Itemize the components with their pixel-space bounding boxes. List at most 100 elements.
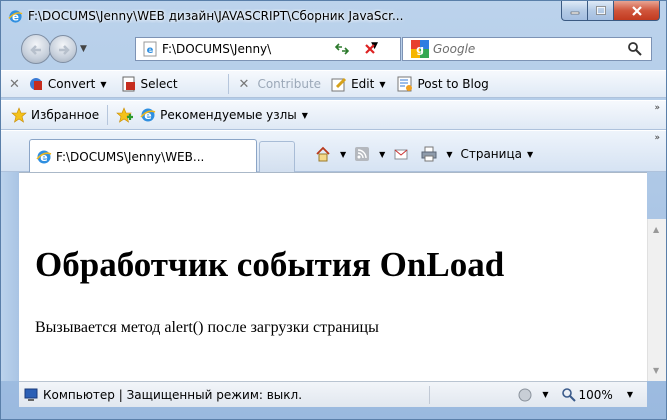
edit-label: Edit	[351, 77, 375, 91]
protected-mode-button[interactable]: ▼	[517, 387, 549, 403]
security-zone-label: Компьютер | Защищенный режим: выкл.	[43, 387, 303, 402]
svg-text:e: e	[147, 45, 154, 56]
ie-logo-icon: e	[140, 108, 156, 122]
svg-text:g: g	[416, 43, 424, 56]
tab-label: F:\DOCUMS\Jenny\WEB...	[56, 149, 205, 164]
back-button[interactable]	[21, 34, 51, 64]
contribute-button[interactable]: Contribute	[257, 77, 321, 91]
more-chevron-icon[interactable]: »	[654, 103, 660, 113]
mail-button[interactable]	[393, 146, 413, 162]
tab-current-page[interactable]: e F:\DOCUMS\Jenny\WEB...	[29, 139, 257, 173]
scroll-up-icon[interactable]: ▲	[653, 225, 659, 234]
printer-icon	[421, 146, 437, 162]
stop-button[interactable]	[357, 37, 383, 61]
status-right: ▼ 100% ▼	[503, 387, 647, 403]
home-button[interactable]: ▼	[315, 146, 346, 162]
convert-button[interactable]: Convert ▼	[28, 76, 107, 92]
recent-pages-dropdown-icon[interactable]: ▼	[80, 44, 87, 54]
caption-buttons	[561, 1, 660, 21]
tab-row: e F:\DOCUMS\Jenny\WEB... ▼ ▼ ▼ Страница	[1, 130, 666, 173]
ie-page-icon: e	[36, 150, 52, 164]
search-input[interactable]: Google	[433, 42, 475, 56]
favorites-label: Избранное	[31, 108, 100, 122]
page-paragraph: Вызывается метод alert() после загрузки …	[35, 319, 379, 336]
close-icon	[631, 5, 642, 16]
search-box[interactable]: g Google	[402, 37, 652, 61]
forward-arrow-icon	[59, 45, 70, 55]
search-icon[interactable]	[627, 41, 643, 57]
convert-label: Convert	[47, 77, 96, 91]
globe-icon	[518, 388, 532, 401]
minimize-icon	[570, 11, 579, 14]
rss-feed-icon	[355, 147, 370, 161]
add-to-favorites-icon[interactable]	[116, 107, 134, 123]
protected-mode-dropdown-icon[interactable]: ▼	[542, 390, 548, 399]
back-arrow-icon	[30, 45, 41, 55]
convert-icon	[29, 78, 42, 90]
forward-button[interactable]	[49, 35, 77, 63]
maximize-icon	[595, 6, 606, 15]
security-zone[interactable]: Компьютер | Защищенный режим: выкл.	[19, 387, 429, 403]
edit-button[interactable]: Edit ▼	[331, 76, 385, 92]
computer-icon	[24, 388, 38, 401]
browser-window: e F:\DOCUMS\Jenny\WEB дизайн\JAVASCRIPT\…	[0, 0, 667, 420]
suggested-sites-dropdown-icon[interactable]: ▼	[302, 111, 308, 120]
zoom-icon	[561, 387, 576, 402]
toolbar-divider	[227, 74, 229, 94]
select-icon	[122, 76, 135, 92]
page-menu-button[interactable]: Страница ▼	[460, 147, 533, 161]
page-heading: Обработчик события OnLoad	[35, 245, 505, 284]
status-divider	[429, 385, 430, 404]
favorites-divider	[107, 105, 109, 125]
status-bar: Компьютер | Защищенный режим: выкл. ▼ 10…	[19, 381, 647, 407]
addon-toolbar: ✕ Convert ▼ Select ✕ Contribute Edit ▼ P…	[1, 70, 666, 98]
close-button[interactable]	[614, 1, 660, 21]
window-frame-left	[1, 172, 19, 381]
feeds-button[interactable]: ▼	[354, 146, 385, 162]
edit-icon	[331, 77, 347, 92]
print-button[interactable]: ▼	[421, 146, 452, 162]
page-content: Обработчик события OnLoad Вызывается мет…	[19, 172, 647, 381]
scroll-down-icon[interactable]: ▼	[653, 366, 659, 375]
favorites-bar: Избранное e Рекомендуемые узлы ▼ »	[1, 100, 666, 130]
stop-icon	[365, 44, 375, 54]
suggested-sites-button[interactable]: e Рекомендуемые узлы ▼	[140, 107, 308, 123]
favorites-button[interactable]: Избранное	[11, 107, 99, 123]
ie-logo-icon: e	[8, 10, 23, 23]
close-toolbar-icon[interactable]: ✕	[9, 77, 20, 92]
navigation-bar: ▼ e F:\DOCUMS\Jenny\ ▼ g Google	[1, 31, 666, 69]
command-bar: ▼ ▼ ▼ Страница ▼	[315, 143, 541, 165]
home-icon	[316, 146, 330, 162]
new-tab-button[interactable]	[259, 141, 295, 173]
feeds-dropdown-icon[interactable]: ▼	[379, 150, 385, 159]
page-menu-label: Страница	[460, 147, 522, 161]
print-dropdown-icon[interactable]: ▼	[446, 150, 452, 159]
select-button[interactable]: Select	[121, 76, 178, 92]
more-commands-chevron-icon[interactable]: »	[654, 133, 660, 143]
close-contribute-icon[interactable]: ✕	[239, 77, 250, 92]
refresh-button[interactable]	[329, 37, 355, 61]
blog-icon	[397, 76, 413, 92]
suggested-sites-label: Рекомендуемые узлы	[160, 108, 297, 122]
address-input[interactable]: F:\DOCUMS\Jenny\	[162, 42, 357, 56]
zoom-dropdown-icon[interactable]: ▼	[627, 390, 633, 399]
contribute-label: Contribute	[257, 77, 322, 91]
vertical-scrollbar[interactable]: ▲ ▼	[647, 219, 666, 381]
zoom-button[interactable]: 100% ▼	[561, 387, 633, 403]
edit-dropdown-icon[interactable]: ▼	[379, 80, 385, 89]
minimize-button[interactable]	[561, 1, 588, 21]
title-bar: e F:\DOCUMS\Jenny\WEB дизайн\JAVASCRIPT\…	[1, 1, 666, 31]
post-to-blog-label: Post to Blog	[417, 77, 489, 91]
mail-icon	[394, 149, 408, 160]
home-dropdown-icon[interactable]: ▼	[340, 150, 346, 159]
maximize-button[interactable]	[588, 1, 614, 21]
convert-dropdown-icon[interactable]: ▼	[100, 80, 106, 89]
select-label: Select	[140, 77, 178, 91]
post-to-blog-button[interactable]: Post to Blog	[397, 76, 489, 92]
favorites-star-icon	[11, 107, 27, 123]
google-icon: g	[411, 40, 429, 58]
window-title: F:\DOCUMS\Jenny\WEB дизайн\JAVASCRIPT\Сб…	[28, 9, 404, 23]
page-menu-dropdown-icon[interactable]: ▼	[527, 150, 533, 159]
back-forward-group: ▼	[21, 34, 119, 64]
refresh-icon	[334, 43, 350, 55]
